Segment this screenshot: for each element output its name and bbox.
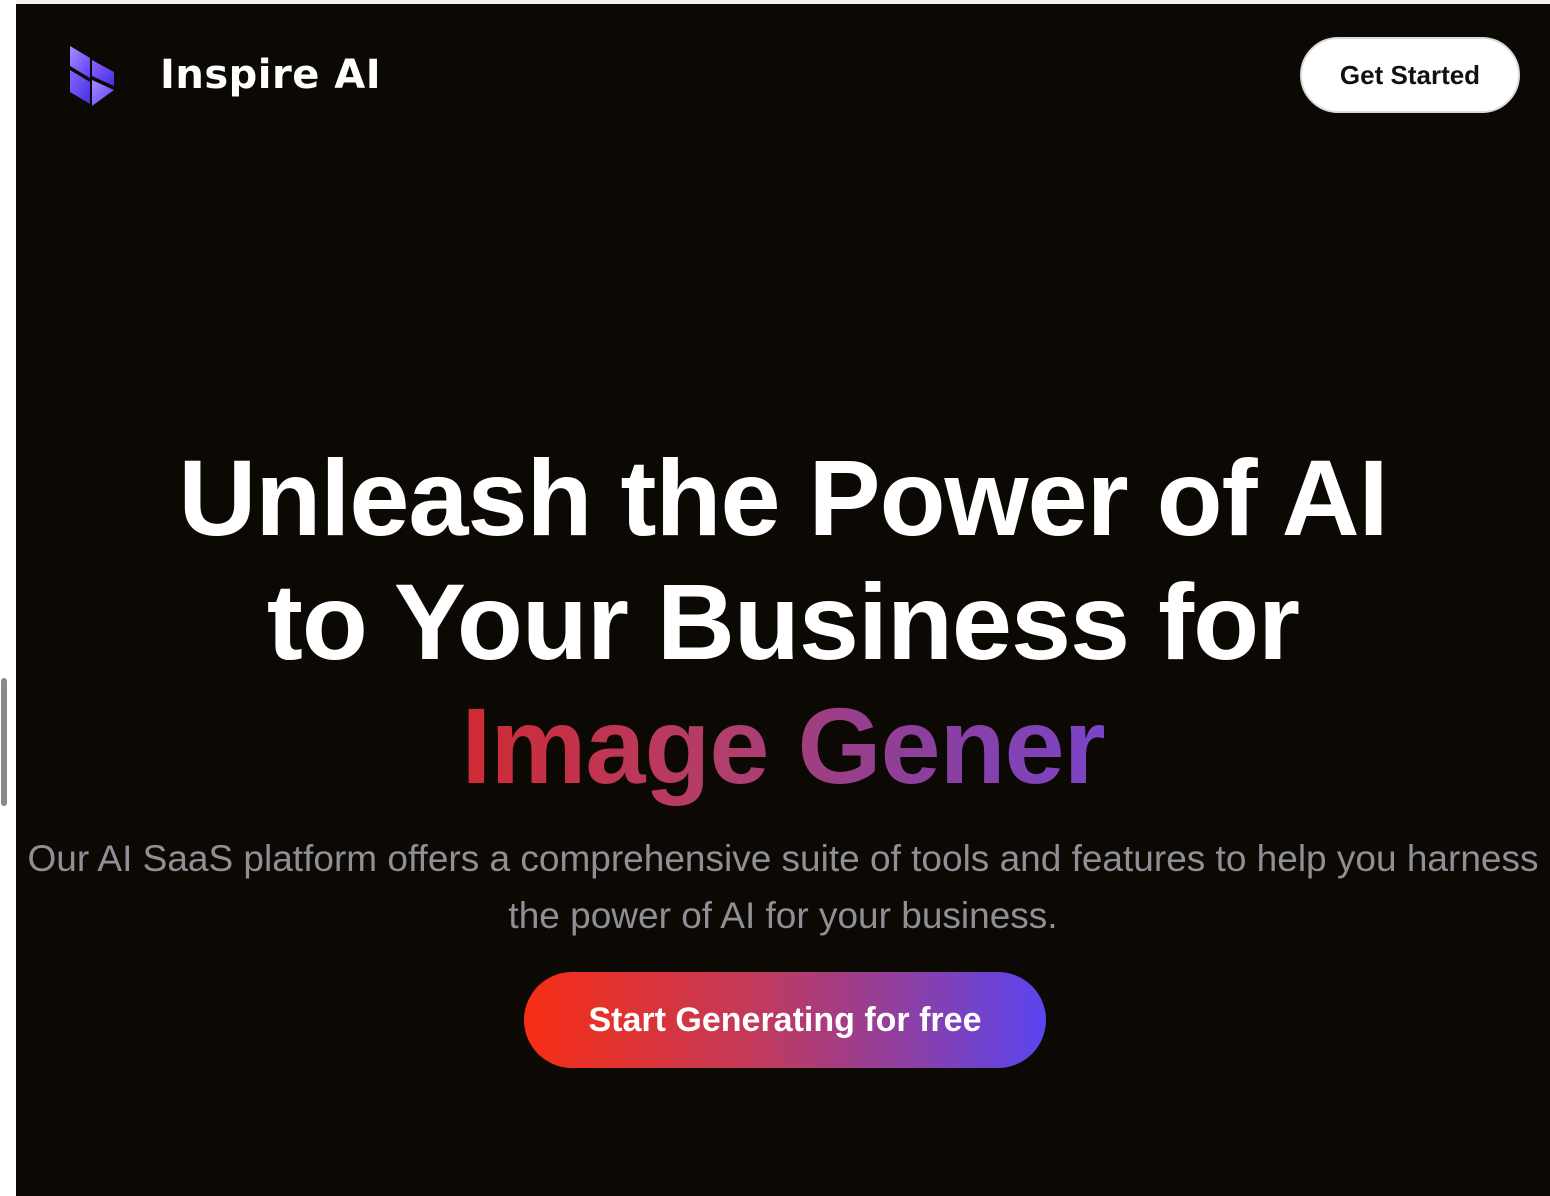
typewriter-line: Image Gener (16, 684, 1550, 808)
browser-window: Inspire AI Get Started Unleash the Power… (0, 0, 1550, 1196)
headline-line-2: to Your Business for (266, 561, 1300, 682)
hero-section: Unleash the Power of AI to Your Business… (16, 436, 1550, 808)
brand[interactable]: Inspire AI (66, 42, 381, 108)
brand-name: Inspire AI (160, 52, 382, 98)
navbar: Inspire AI Get Started (16, 4, 1550, 154)
get-started-button[interactable]: Get Started (1300, 37, 1520, 113)
typewriter-text: Image Gener (461, 685, 1105, 806)
start-generating-button[interactable]: Start Generating for free (524, 972, 1046, 1068)
hero-headline: Unleash the Power of AI to Your Business… (16, 436, 1550, 684)
landing-page: Inspire AI Get Started Unleash the Power… (16, 4, 1550, 1196)
window-left-edge (0, 0, 16, 1196)
headline-line-1: Unleash the Power of AI (178, 437, 1388, 558)
layered-cube-logo-icon (70, 46, 114, 106)
hero-subtitle: Our AI SaaS platform offers a comprehens… (27, 838, 1539, 936)
scrollbar-thumb[interactable] (1, 678, 7, 806)
